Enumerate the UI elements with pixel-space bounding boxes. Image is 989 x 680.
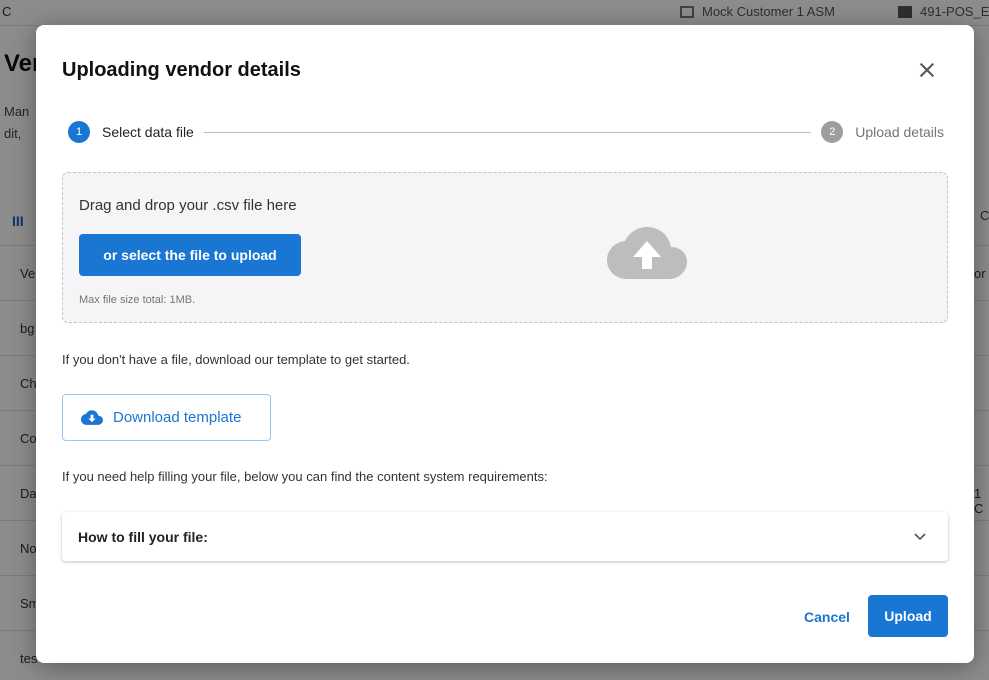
upload-button[interactable]: Upload	[868, 595, 948, 637]
step-1-label: Select data file	[102, 124, 194, 140]
max-file-size-note: Max file size total: 1MB.	[79, 294, 196, 306]
help-info-text: If you need help filling your file, belo…	[62, 469, 548, 484]
step-2-label: Upload details	[855, 124, 944, 140]
dropzone-instruction: Drag and drop your .csv file here	[79, 197, 297, 214]
download-template-label: Download template	[113, 409, 242, 426]
stepper-connector	[203, 131, 812, 133]
chevron-down-icon	[914, 532, 926, 540]
select-file-button[interactable]: or select the file to upload	[79, 234, 301, 276]
dialog-title: Uploading vendor details	[62, 59, 301, 81]
step-2-number: 2	[821, 121, 844, 143]
upload-vendor-dialog: Uploading vendor details 1 Select data f…	[36, 25, 974, 663]
cancel-button[interactable]: Cancel	[796, 605, 858, 629]
download-template-button[interactable]: Download template	[62, 394, 271, 441]
close-icon[interactable]	[914, 57, 940, 83]
how-to-fill-accordion[interactable]: How to fill your file:	[62, 512, 948, 561]
step-1-number: 1	[68, 121, 90, 143]
cloud-download-icon	[81, 409, 103, 425]
template-info-text: If you don't have a file, download our t…	[62, 352, 410, 367]
stepper: 1 Select data file 2 Upload details	[68, 118, 944, 146]
file-dropzone[interactable]: Drag and drop your .csv file here or sel…	[62, 172, 948, 323]
cloud-upload-icon	[607, 227, 687, 279]
accordion-label: How to fill your file:	[78, 528, 208, 545]
